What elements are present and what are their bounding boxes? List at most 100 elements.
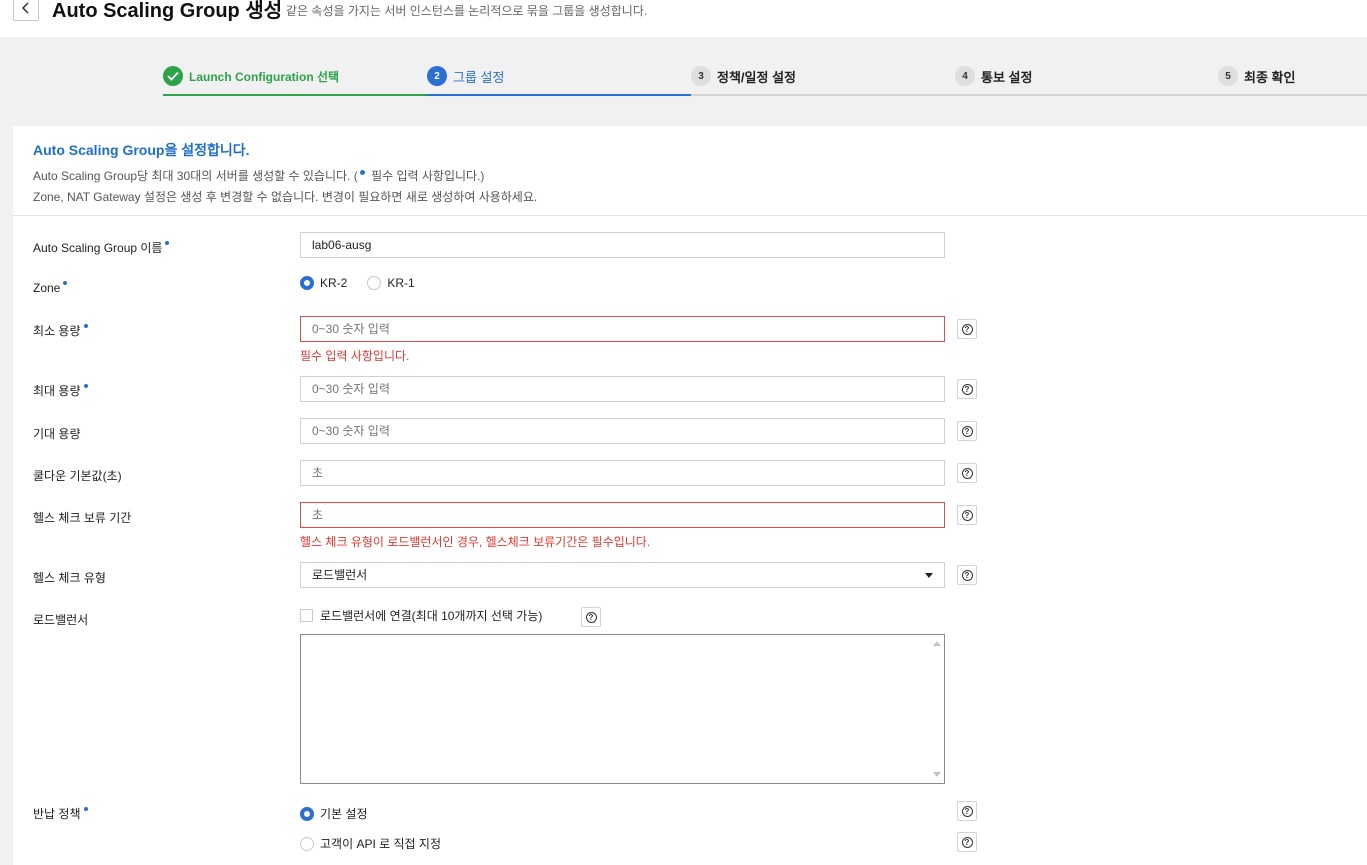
intro-line-2: Zone, NAT Gateway 설정은 생성 후 변경할 수 없습니다. 변… [33,190,538,204]
health-grace-help-button[interactable]: ? [957,505,977,525]
step-number: 4 [955,66,975,86]
back-button[interactable] [13,0,39,21]
zone-label: Zone [33,281,68,295]
step-launch-configuration[interactable]: Launch Configuration 선택 [163,66,339,86]
help-icon: ? [585,611,597,623]
step-number: 5 [1218,66,1238,86]
max-capacity-input[interactable] [300,376,945,402]
intro-text: Auto Scaling Group당 최대 30대의 서버를 생성할 수 있습… [33,169,358,183]
required-dot-icon [83,324,88,328]
return-policy-api-help-button[interactable]: ? [957,832,977,852]
radio-label: 고객이 API 로 직접 지정 [320,837,441,851]
page-description: 같은 속성을 가지는 서버 인스턴스를 논리적으로 묶을 그룹을 생성합니다. [286,4,648,18]
health-grace-label: 헬스 체크 보류 기간 [33,511,132,525]
step-final-review[interactable]: 5 최종 확인 [1218,66,1295,86]
health-grace-input[interactable] [300,502,945,528]
stepper-progress-done [163,94,427,96]
return-policy-radio-default[interactable]: 기본 설정 [300,805,368,822]
help-icon: ? [961,323,973,335]
load-balancer-help-button[interactable]: ? [581,607,601,627]
intro-title: Auto Scaling Group을 설정합니다. [33,142,250,158]
zone-radio-group: KR-2 KR-1 [300,276,435,290]
intro-line-1: Auto Scaling Group당 최대 30대의 서버를 생성할 수 있습… [33,166,537,187]
required-dot-icon [165,241,170,245]
load-balancer-listbox[interactable] [300,634,945,784]
select-value: 로드밸런서 [312,568,368,582]
label-text: 반납 정책 [33,807,81,821]
radio-label: 기본 설정 [320,807,368,821]
scroll-down-arrow-icon[interactable] [933,772,941,777]
radio-unchecked-icon [367,276,382,290]
group-name-input[interactable] [300,232,945,258]
step-number: 2 [427,66,447,86]
radio-label: KR-1 [387,276,415,290]
load-balancer-checkbox[interactable] [300,609,313,622]
intro-section: Auto Scaling Group을 설정합니다. Auto Scaling … [33,140,537,208]
chevron-left-icon [21,1,29,14]
required-dot-icon [83,807,88,811]
page-header: Auto Scaling Group 생성 같은 속성을 가지는 서버 인스턴스… [0,0,1367,37]
load-balancer-label: 로드밸런서 [33,613,89,627]
label-text: Auto Scaling Group 이름 [33,241,163,255]
help-icon: ? [961,425,973,437]
help-icon: ? [961,509,973,521]
check-icon [163,66,183,86]
radio-checked-icon [300,806,314,821]
radio-checked-icon [300,276,314,290]
max-capacity-label: 최대 용량 [33,382,88,399]
cooldown-input[interactable] [300,460,945,486]
return-policy-default-help-button[interactable]: ? [957,801,977,821]
min-capacity-input[interactable] [300,316,945,342]
cooldown-help-button[interactable]: ? [957,463,977,483]
page-title: Auto Scaling Group 생성 [52,0,283,22]
step-number: 3 [691,66,711,86]
step-label: 그룹 설정 [453,69,505,85]
min-capacity-help-button[interactable]: ? [957,319,977,339]
name-label: Auto Scaling Group 이름 [33,239,170,256]
return-policy-radio-api[interactable]: 고객이 API 로 직접 지정 [300,835,441,852]
required-dot-icon [63,281,68,285]
label-text: 최대 용량 [33,384,81,398]
max-capacity-help-button[interactable]: ? [957,379,977,399]
checkbox-label: 로드밸런서에 연결(최대 10개까지 선택 가능) [320,609,543,623]
load-balancer-connect-row: 로드밸런서에 연결(최대 10개까지 선택 가능) [300,607,542,624]
zone-radio-kr1[interactable]: KR-1 [367,276,415,290]
label-text: Zone [33,281,61,295]
step-group-settings[interactable]: 2 그룹 설정 [427,66,504,86]
required-dot-icon [83,384,88,388]
radio-label: KR-2 [320,276,348,290]
health-type-label: 헬스 체크 유형 [33,571,106,585]
stepper-progress-active [427,94,691,96]
label-text: 최소 용량 [33,324,81,338]
min-capacity-error: 필수 입력 사항입니다. [300,349,410,363]
health-type-help-button[interactable]: ? [957,565,977,585]
desired-capacity-label: 기대 용량 [33,427,81,441]
health-type-select[interactable]: 로드밸런서 [300,562,945,588]
required-dot-icon [359,170,365,175]
radio-unchecked-icon [300,836,314,851]
listbox-scrollbar[interactable] [930,635,944,783]
divider [13,215,1367,216]
health-grace-error: 헬스 체크 유형이 로드밸런서인 경우, 헬스체크 보류기간은 필수입니다. [300,535,651,549]
cooldown-label: 쿨다운 기본값(초) [33,469,122,483]
return-policy-option-default: 기본 설정 [300,805,388,822]
min-capacity-label: 최소 용량 [33,322,88,339]
scroll-up-arrow-icon[interactable] [933,641,941,646]
desired-capacity-help-button[interactable]: ? [957,421,977,441]
step-label: Launch Configuration 선택 [189,69,340,84]
intro-text: 필수 입력 사항입니다.) [367,169,485,183]
step-notification[interactable]: 4 통보 설정 [955,66,1032,86]
return-policy-option-api: 고객이 API 로 직접 지정 [300,835,461,852]
zone-radio-kr2[interactable]: KR-2 [300,276,347,290]
wizard-stepper: Launch Configuration 선택 2 그룹 설정 3 정책/일정 … [163,62,1367,97]
help-icon: ? [961,569,973,581]
settings-panel: Auto Scaling Group을 설정합니다. Auto Scaling … [13,126,1367,865]
desired-capacity-input[interactable] [300,418,945,444]
step-label: 최종 확인 [1244,69,1296,85]
caret-down-icon [925,572,933,578]
help-icon: ? [961,836,973,848]
step-policy-schedule[interactable]: 3 정책/일정 설정 [691,66,796,86]
help-icon: ? [961,383,973,395]
help-icon: ? [961,467,973,479]
step-label: 통보 설정 [981,69,1033,85]
